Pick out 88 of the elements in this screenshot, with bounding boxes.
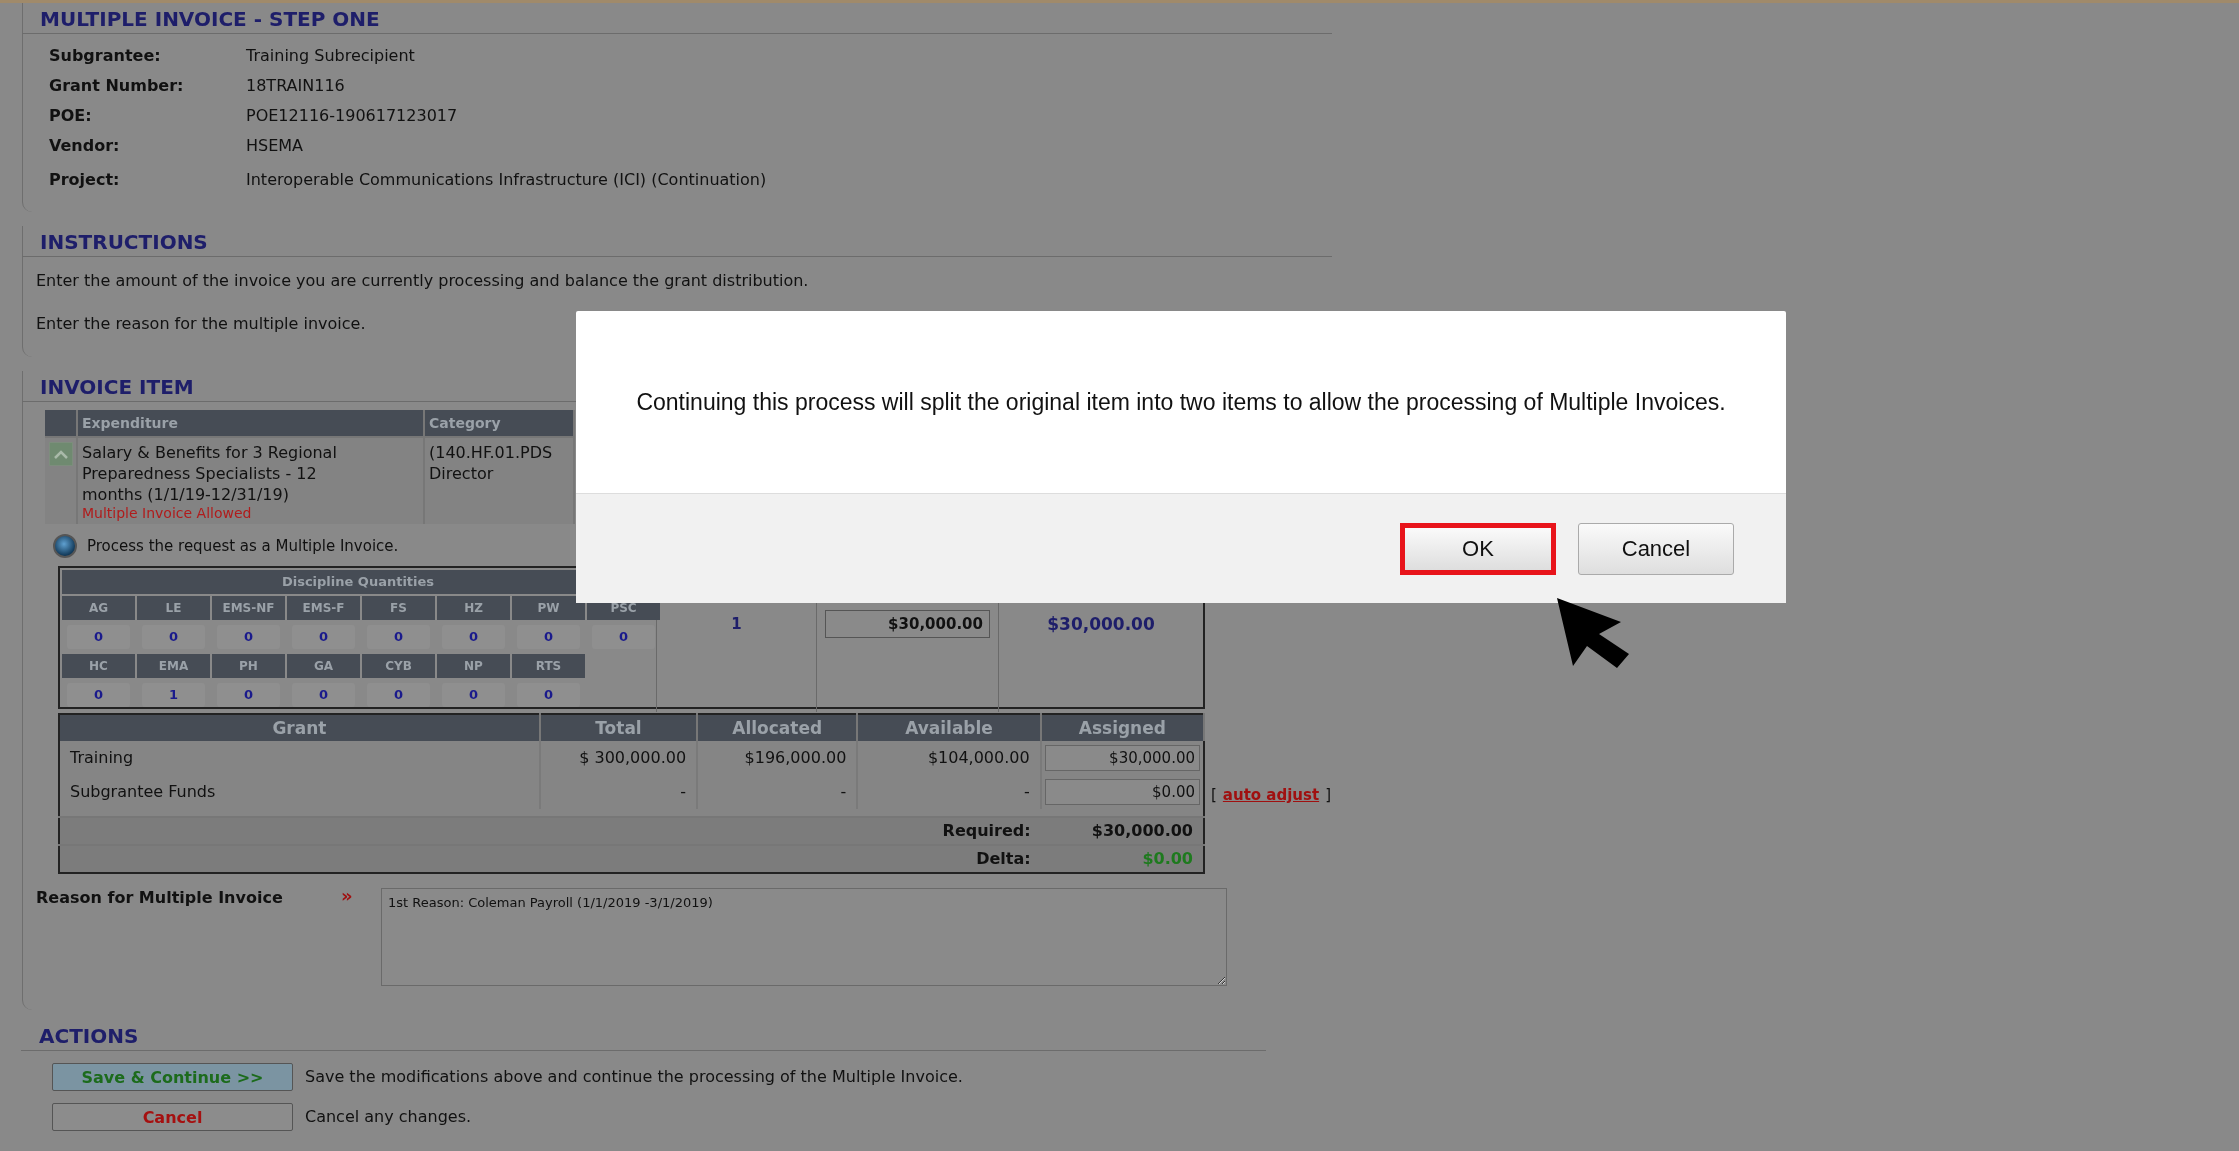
field-value: Interoperable Communications Infrastructure (ICI) (Continuation) [246, 170, 768, 190]
column-header: Category [425, 410, 575, 436]
discipline-code: PH [212, 654, 285, 678]
quantity-field[interactable]: 0 [517, 625, 580, 649]
quantity-field[interactable]: 1 [142, 683, 205, 707]
assigned-field[interactable]: $0.00 [1044, 779, 1200, 805]
quantity-field[interactable]: 0 [67, 625, 130, 649]
discipline-code: FS [362, 596, 435, 620]
table-cell: - [697, 775, 858, 809]
field-label: Vendor: [49, 136, 121, 156]
discipline-code: AG [62, 596, 135, 620]
quantity-field[interactable]: 0 [67, 683, 130, 707]
field-label: Project: [49, 170, 121, 190]
quantity-field[interactable]: 0 [217, 683, 280, 707]
discipline-code: EMS-NF [212, 596, 285, 620]
reason-label: Reason for Multiple Invoice [36, 888, 284, 909]
table-cell: Subgrantee Funds [59, 775, 540, 809]
table-cell: $104,000.00 [857, 741, 1041, 775]
radio-button[interactable] [53, 534, 77, 558]
section-title: ACTIONS [21, 1020, 1266, 1051]
discipline-code: EMS-F [287, 596, 360, 620]
quantity-field[interactable]: 0 [217, 625, 280, 649]
table-cell: - [539, 775, 698, 809]
quantity-field[interactable]: 0 [292, 625, 355, 649]
summary-label: Delta: [59, 845, 1041, 873]
field-label: Grant Number: [49, 76, 185, 96]
quantity-field[interactable]: 0 [517, 683, 580, 707]
discipline-code: EMA [137, 654, 210, 678]
discipline-code: HC [62, 654, 135, 678]
bracket-text: ] [1325, 785, 1331, 805]
field-label: Subgrantee: [49, 46, 162, 66]
category-text: Director [429, 463, 495, 484]
instruction-text: Enter the amount of the invoice you are currently processing and balance the grant distribution. [35, 270, 810, 292]
quantity-field[interactable]: 0 [142, 625, 205, 649]
expenditure-text: Salary & Benefits for 3 Regional Preparedness Specialists - 12 months (1/1/19-12/31/19) [82, 442, 338, 505]
field-label: POE: [49, 106, 93, 126]
discipline-code: LE [137, 596, 210, 620]
section-title: MULTIPLE INVOICE - STEP ONE [22, 3, 1332, 34]
quantity-field[interactable]: 0 [367, 683, 430, 707]
instruction-text: Enter the reason for the multiple invoice. [35, 313, 367, 335]
column-header: Assigned [1040, 714, 1204, 741]
column-header: Grant [59, 714, 540, 741]
table-cell: $ 300,000.00 [539, 741, 698, 775]
bracket-text: [ [1211, 785, 1217, 805]
auto-adjust-link[interactable]: auto adjust [1222, 785, 1320, 805]
table-cell: - [857, 775, 1041, 809]
field-value: 18TRAIN116 [246, 76, 346, 96]
collapse-button[interactable] [49, 442, 73, 466]
allowed-note: Multiple Invoice Allowed [82, 505, 253, 521]
unit-cost-field[interactable]: $30,000.00 [825, 610, 990, 638]
section-title: INSTRUCTIONS [22, 226, 1332, 257]
ok-button[interactable]: OK [1400, 522, 1556, 575]
quantity-field[interactable]: 0 [592, 625, 655, 649]
quantity-field[interactable]: 0 [442, 683, 505, 707]
action-description: Save the modifications above and continue the processing of the Multiple Invoice. [305, 1067, 963, 1087]
discipline-code: HZ [437, 596, 510, 620]
summary-value: $0.00 [1040, 845, 1204, 873]
quantity-text: 1 [731, 614, 742, 634]
column-header: Total [539, 714, 698, 741]
cancel-button[interactable]: Cancel [1578, 522, 1734, 575]
table-cell: $196,000.00 [697, 741, 858, 775]
field-value: POE12116-190617123017 [246, 106, 459, 126]
field-value: HSEMA [246, 136, 305, 156]
summary-value: $30,000.00 [1040, 817, 1204, 845]
discipline-code: NP [437, 654, 510, 678]
quantity-field[interactable]: 0 [367, 625, 430, 649]
discipline-code: CYB [362, 654, 435, 678]
field-value: Training Subrecipient [246, 46, 416, 66]
quantity-field[interactable]: 0 [292, 683, 355, 707]
column-header: Allocated [697, 714, 858, 741]
action-description: Cancel any changes. [305, 1107, 472, 1127]
cancel-button[interactable]: Cancel [52, 1103, 293, 1131]
category-text: (140.HF.01.PDS [429, 442, 554, 463]
save-button[interactable]: Save & Continue >> [52, 1063, 293, 1091]
summary-label: Required: [59, 817, 1041, 845]
discipline-code: GA [287, 654, 360, 678]
radio-label: Process the request as a Multiple Invoice. [87, 536, 399, 556]
assigned-field[interactable]: $30,000.00 [1044, 745, 1200, 771]
discipline-code: PW [512, 596, 585, 620]
chevron-up-icon [53, 449, 69, 459]
reason-field[interactable]: 1st Reason: Coleman Payroll (1/1/2019 -3/1/2019) [381, 888, 1227, 986]
column-header: Available [857, 714, 1041, 741]
quantity-field[interactable]: 0 [442, 625, 505, 649]
line-total: $30,000.00 [1047, 614, 1155, 634]
table-cell: Training [59, 741, 540, 775]
required-marker: » [341, 888, 354, 908]
discipline-code: RTS [512, 654, 585, 678]
column-header: Expenditure [78, 410, 425, 436]
